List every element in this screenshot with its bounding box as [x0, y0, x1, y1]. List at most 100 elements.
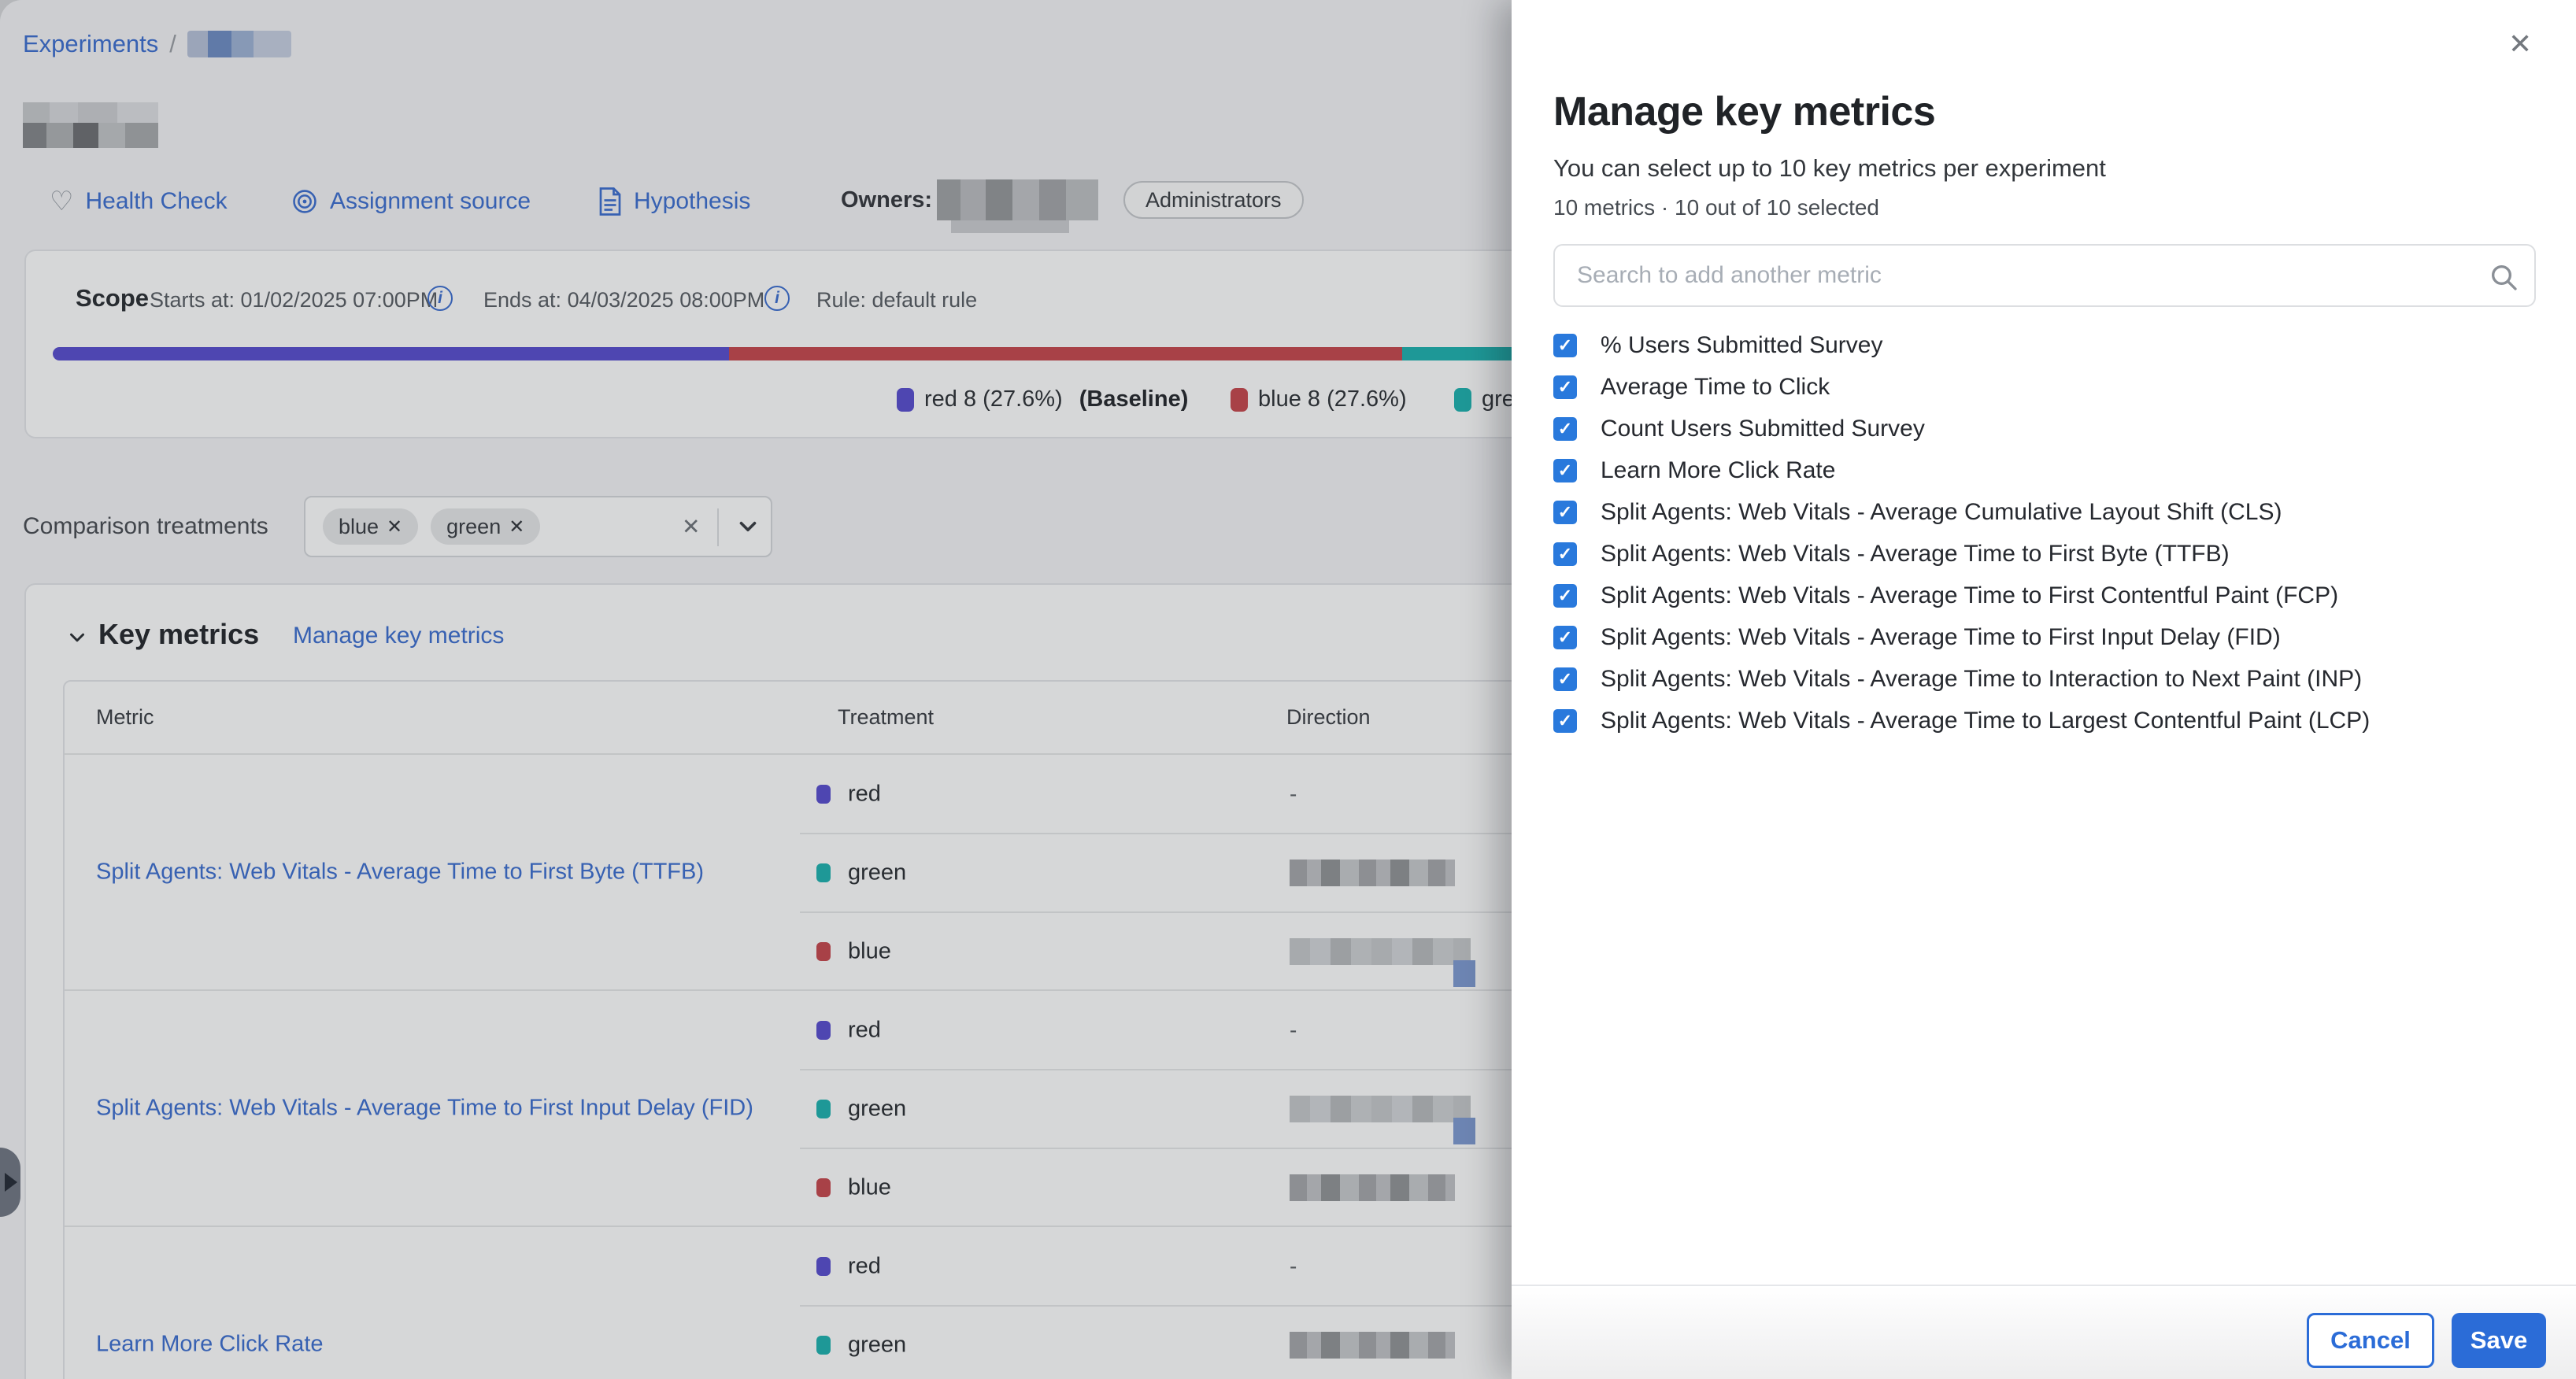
assignment-source-label: Assignment source	[330, 188, 531, 215]
owners-label: Owners:	[841, 187, 932, 213]
treatment-label: green	[848, 860, 906, 886]
save-button[interactable]: Save	[2452, 1313, 2546, 1368]
checkbox-checked[interactable]: ✓	[1553, 334, 1577, 357]
metric-option-label: Split Agents: Web Vitals - Average Time …	[1601, 624, 2281, 651]
metric-option[interactable]: ✓ % Users Submitted Survey	[1553, 334, 2536, 357]
checkbox-checked[interactable]: ✓	[1553, 501, 1577, 524]
treatment-label: red	[848, 1254, 881, 1280]
metric-option-label: Split Agents: Web Vitals - Average Time …	[1601, 708, 2370, 734]
treatment-swatch-blue	[816, 1178, 831, 1197]
metric-option[interactable]: ✓ Count Users Submitted Survey	[1553, 417, 2536, 441]
bar-segment-red	[53, 347, 729, 360]
direction-value-redacted	[1290, 860, 1455, 886]
metric-option-label: Split Agents: Web Vitals - Average Time …	[1601, 541, 2230, 567]
modal-title: Manage key metrics	[1553, 88, 1935, 135]
legend-swatch	[897, 388, 914, 412]
health-check-label: Health Check	[85, 188, 227, 215]
legend-swatch	[1231, 388, 1248, 412]
column-header-metric: Metric	[96, 705, 154, 730]
metric-option[interactable]: ✓ Split Agents: Web Vitals - Average Cumu…	[1553, 501, 2536, 524]
metric-option[interactable]: ✓ Split Agents: Web Vitals - Average Time…	[1553, 542, 2536, 566]
administrators-badge: Administrators	[1123, 181, 1304, 219]
sidebar-expand-handle[interactable]	[0, 1148, 20, 1217]
treatment-swatch-green	[816, 1100, 831, 1118]
chip-remove-icon[interactable]: ✕	[387, 516, 402, 538]
chevron-down-icon[interactable]	[735, 513, 761, 540]
info-icon[interactable]: i	[764, 286, 790, 311]
legend-text: red 8 (27.6%)	[924, 386, 1063, 412]
key-metrics-title: Key metrics	[98, 618, 259, 651]
checkbox-checked[interactable]: ✓	[1553, 626, 1577, 649]
direction-value-redacted	[1290, 1332, 1455, 1359]
direction-value-redacted	[1290, 938, 1471, 965]
treatment-label: green	[848, 1096, 906, 1122]
chip-remove-icon[interactable]: ✕	[509, 516, 524, 538]
clear-selection-icon[interactable]: ✕	[682, 514, 700, 540]
metric-option-label: Count Users Submitted Survey	[1601, 416, 1925, 442]
metric-option-label: % Users Submitted Survey	[1601, 332, 1882, 359]
legend-baseline-flag: (Baseline)	[1073, 386, 1189, 412]
metric-option-label: Split Agents: Web Vitals - Average Time …	[1601, 582, 2338, 609]
scope-rule: Rule: default rule	[816, 288, 977, 312]
metric-option[interactable]: ✓ Learn More Click Rate	[1553, 459, 2536, 482]
chip-label: green	[446, 515, 501, 539]
metric-option-label: Learn More Click Rate	[1601, 457, 1835, 484]
treatment-chip-green[interactable]: green ✕	[431, 508, 540, 545]
scope-starts-at: Starts at: 01/02/2025 07:00PM	[150, 288, 438, 312]
comparison-treatments-label: Comparison treatments	[23, 513, 268, 540]
close-icon[interactable]: ✕	[2508, 30, 2532, 58]
health-check-link[interactable]: ♡ Health Check	[50, 179, 228, 224]
breadcrumb-separator: /	[169, 30, 176, 58]
arrow-right-icon	[5, 1173, 17, 1192]
cancel-button[interactable]: Cancel	[2307, 1313, 2434, 1368]
breadcrumb-experiments-link[interactable]: Experiments	[23, 30, 158, 58]
document-icon	[598, 187, 622, 216]
owner-name-redacted	[937, 179, 1098, 220]
modal-footer: Cancel Save	[1512, 1285, 2576, 1379]
heart-icon: ♡	[50, 188, 73, 215]
checkbox-checked[interactable]: ✓	[1553, 542, 1577, 566]
legend-item: blue 8 (27.6%)	[1231, 386, 1407, 412]
metric-option-label: Split Agents: Web Vitals - Average Cumul…	[1601, 499, 2282, 526]
metric-option[interactable]: ✓ Split Agents: Web Vitals - Average Time…	[1553, 709, 2536, 733]
checkbox-checked[interactable]: ✓	[1553, 709, 1577, 733]
direction-empty-value: -	[1290, 1018, 1297, 1043]
target-icon	[291, 188, 318, 215]
checkbox-checked[interactable]: ✓	[1553, 667, 1577, 691]
assignment-source-link[interactable]: Assignment source	[291, 179, 531, 224]
select-divider	[717, 508, 719, 546]
breadcrumb-current-redacted	[187, 31, 291, 57]
experiment-title-redacted	[23, 102, 158, 148]
manage-key-metrics-link[interactable]: Manage key metrics	[293, 623, 504, 649]
chip-label: blue	[339, 515, 379, 539]
search-input[interactable]	[1553, 244, 2536, 307]
metric-option[interactable]: ✓Average Time to Click	[1553, 375, 2536, 399]
checkbox-checked[interactable]: ✓	[1553, 459, 1577, 482]
legend-text: blue 8 (27.6%)	[1258, 386, 1407, 412]
metric-option[interactable]: ✓ Split Agents: Web Vitals - Average Time…	[1553, 667, 2536, 691]
bar-segment-blue	[729, 347, 1402, 360]
direction-value-redacted	[1290, 1096, 1471, 1122]
treatment-label: red	[848, 1018, 881, 1044]
treatment-swatch-red	[816, 1257, 831, 1276]
checkbox-checked[interactable]: ✓	[1553, 417, 1577, 441]
checkbox-checked[interactable]: ✓	[1553, 584, 1577, 608]
treatment-label: red	[848, 782, 881, 808]
hypothesis-link[interactable]: Hypothesis	[598, 179, 750, 224]
column-header-direction: Direction	[1286, 705, 1371, 730]
screen: Experiments / ♡ Health Check Assignment …	[0, 0, 2576, 1379]
treatment-chip-blue[interactable]: blue ✕	[323, 508, 418, 545]
metric-checkbox-list: ✓ % Users Submitted Survey ✓Average Time t…	[1553, 334, 2536, 751]
metric-option[interactable]: ✓ Split Agents: Web Vitals - Average Time…	[1553, 626, 2536, 649]
checkbox-checked[interactable]: ✓	[1553, 375, 1577, 399]
collapse-chevron-icon[interactable]	[65, 626, 89, 649]
direction-empty-value: -	[1290, 782, 1297, 807]
selected-count: 10 metrics · 10 out of 10 selected	[1553, 195, 1879, 220]
metric-option-label: Split Agents: Web Vitals - Average Time …	[1601, 666, 2362, 693]
column-header-treatment: Treatment	[838, 705, 934, 730]
scope-title: Scope	[76, 284, 149, 312]
comparison-treatments-select[interactable]: blue ✕ green ✕ ✕	[304, 496, 772, 557]
metric-option[interactable]: ✓ Split Agents: Web Vitals - Average Time…	[1553, 584, 2536, 608]
scope-ends-at: Ends at: 04/03/2025 08:00PM	[483, 288, 764, 312]
info-icon[interactable]: i	[427, 286, 453, 311]
